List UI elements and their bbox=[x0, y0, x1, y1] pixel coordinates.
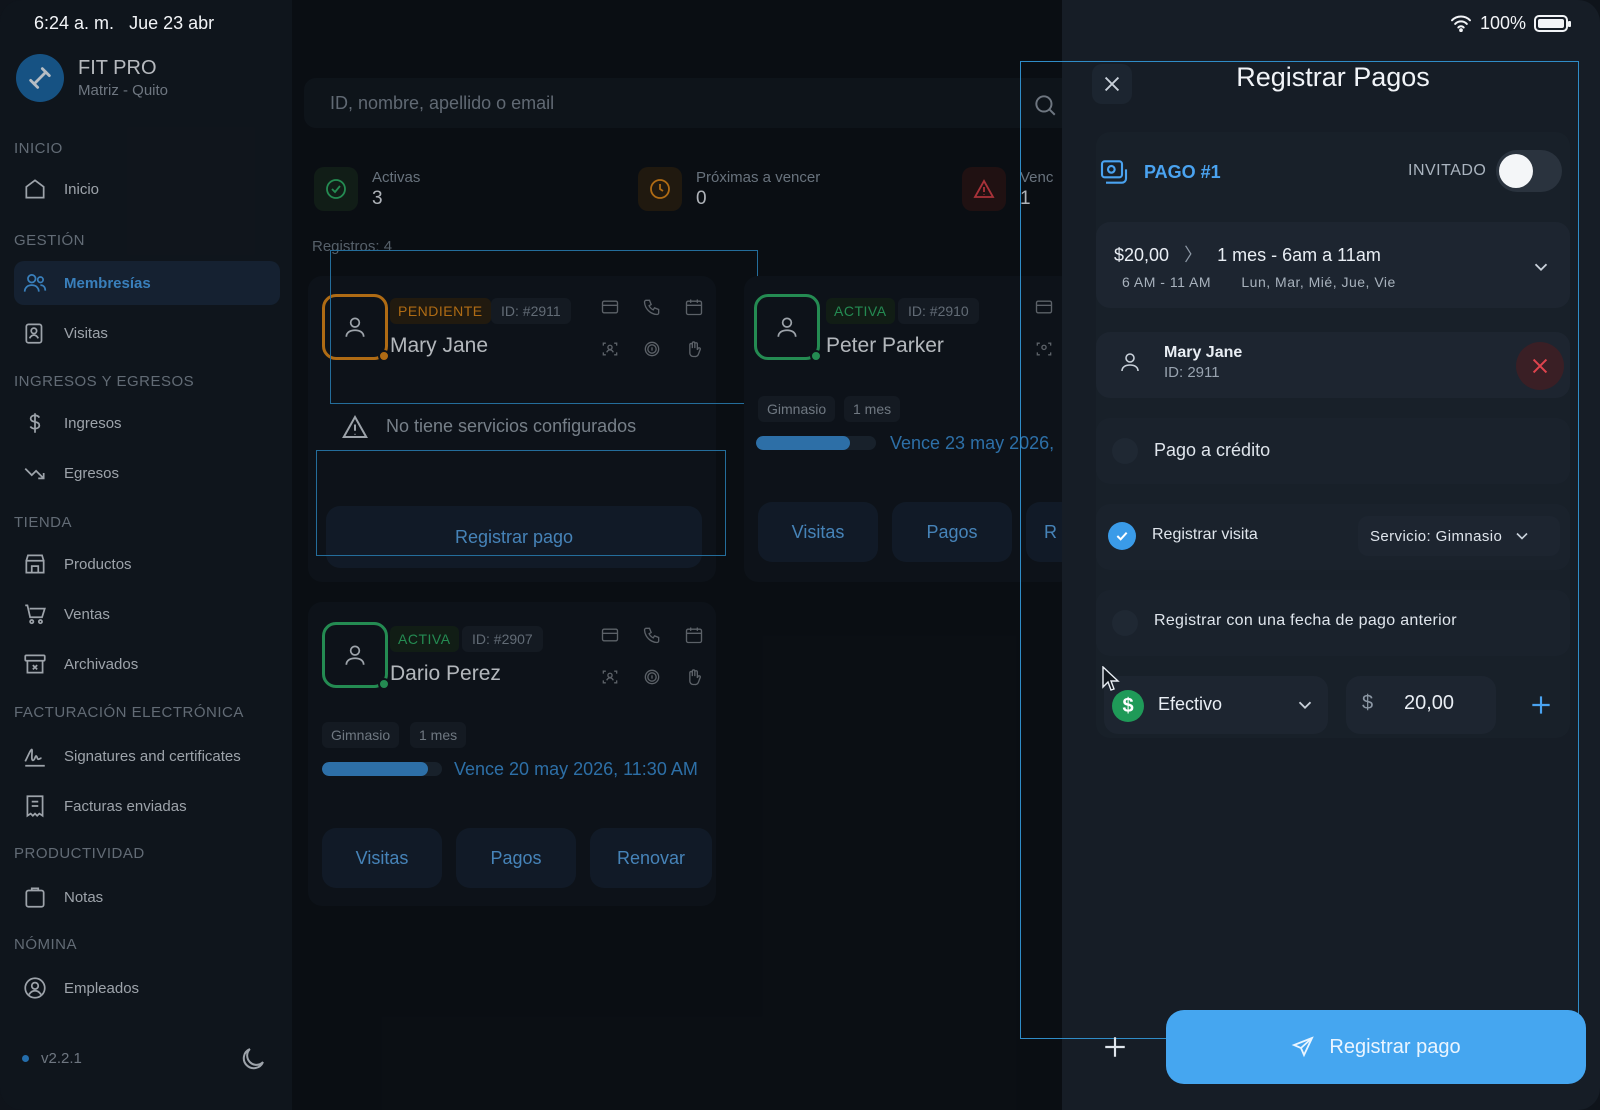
credit-checkbox[interactable] bbox=[1112, 438, 1138, 464]
plan-hours: 6 AM - 11 AM bbox=[1122, 274, 1211, 290]
status-date: Jue 23 abr bbox=[129, 12, 215, 33]
member-id: ID: 2911 bbox=[1164, 364, 1220, 381]
battery-percent: 100% bbox=[1479, 12, 1526, 33]
app-screen: FIT PRO Matriz - Quito INICIO Inicio GES… bbox=[0, 0, 1600, 1110]
cash-icon: $ bbox=[1112, 690, 1144, 722]
status-time: 6:24 a. m. bbox=[34, 12, 115, 33]
currency-symbol: $ bbox=[1362, 692, 1374, 714]
chevron-down-icon bbox=[1298, 701, 1312, 710]
close-icon bbox=[1532, 358, 1548, 374]
battery-icon bbox=[1534, 14, 1571, 32]
plan-days: Lun, Mar, Mié, Jue, Vie bbox=[1241, 274, 1396, 290]
chevron-down-icon bbox=[1516, 532, 1528, 540]
payment-number: PAGO #1 bbox=[1144, 162, 1221, 182]
payment-method: Efectivo bbox=[1158, 694, 1223, 714]
modal-backdrop[interactable] bbox=[0, 0, 1062, 1110]
user-icon bbox=[1121, 353, 1139, 372]
panel-title: Registrar Pagos bbox=[1236, 62, 1430, 92]
plan-price: $20,00 bbox=[1114, 245, 1170, 265]
service-select[interactable]: Servicio: Gimnasio bbox=[1358, 516, 1560, 556]
previous-date-checkbox[interactable] bbox=[1112, 610, 1138, 636]
status-datetime: 6:24 a. m. Jue 23 abr bbox=[34, 13, 214, 34]
chevron-right-icon: 〉 bbox=[1184, 245, 1203, 265]
amount-value: 20,00 bbox=[1404, 692, 1455, 714]
submit-label: Registrar pago bbox=[1329, 1035, 1461, 1058]
plan-schedule: 6 AM - 11 AM Lun, Mar, Mié, Jue, Vie bbox=[1122, 274, 1396, 290]
battery-level bbox=[1538, 18, 1564, 28]
plan-summary: $20,00 〉 1 mes - 6am a 11am bbox=[1114, 241, 1381, 267]
remove-member-button[interactable] bbox=[1516, 342, 1564, 390]
guest-toggle[interactable] bbox=[1496, 150, 1562, 192]
previous-date-label: Registrar con una fecha de pago anterior bbox=[1154, 612, 1457, 629]
toggle-knob bbox=[1499, 154, 1533, 188]
service-select-label: Servicio: Gimnasio bbox=[1370, 527, 1503, 545]
registrar-pago-submit-button[interactable]: Registrar pago bbox=[1166, 1010, 1586, 1084]
status-indicators: 100% bbox=[1450, 12, 1571, 34]
payment-icon bbox=[1100, 160, 1128, 184]
close-icon bbox=[1104, 76, 1120, 92]
credit-label: Pago a crédito bbox=[1154, 440, 1271, 460]
mouse-cursor-icon bbox=[1102, 666, 1120, 691]
plan-name: 1 mes - 6am a 11am bbox=[1217, 245, 1381, 265]
visit-label: Registrar visita bbox=[1152, 526, 1258, 543]
add-payment-method-icon[interactable] bbox=[1528, 692, 1554, 718]
send-icon bbox=[1292, 1036, 1315, 1058]
visit-checkbox[interactable] bbox=[1108, 522, 1136, 550]
add-payment-icon[interactable] bbox=[1102, 1034, 1128, 1060]
status-bar: 6:24 a. m. Jue 23 abr 100% bbox=[34, 10, 1571, 36]
guest-label: INVITADO bbox=[1408, 162, 1487, 179]
wifi-icon bbox=[1450, 15, 1471, 32]
member-name: Mary Jane bbox=[1164, 344, 1243, 361]
check-icon bbox=[1116, 531, 1128, 541]
chevron-down-icon[interactable] bbox=[1530, 256, 1552, 278]
close-button[interactable] bbox=[1092, 64, 1132, 104]
